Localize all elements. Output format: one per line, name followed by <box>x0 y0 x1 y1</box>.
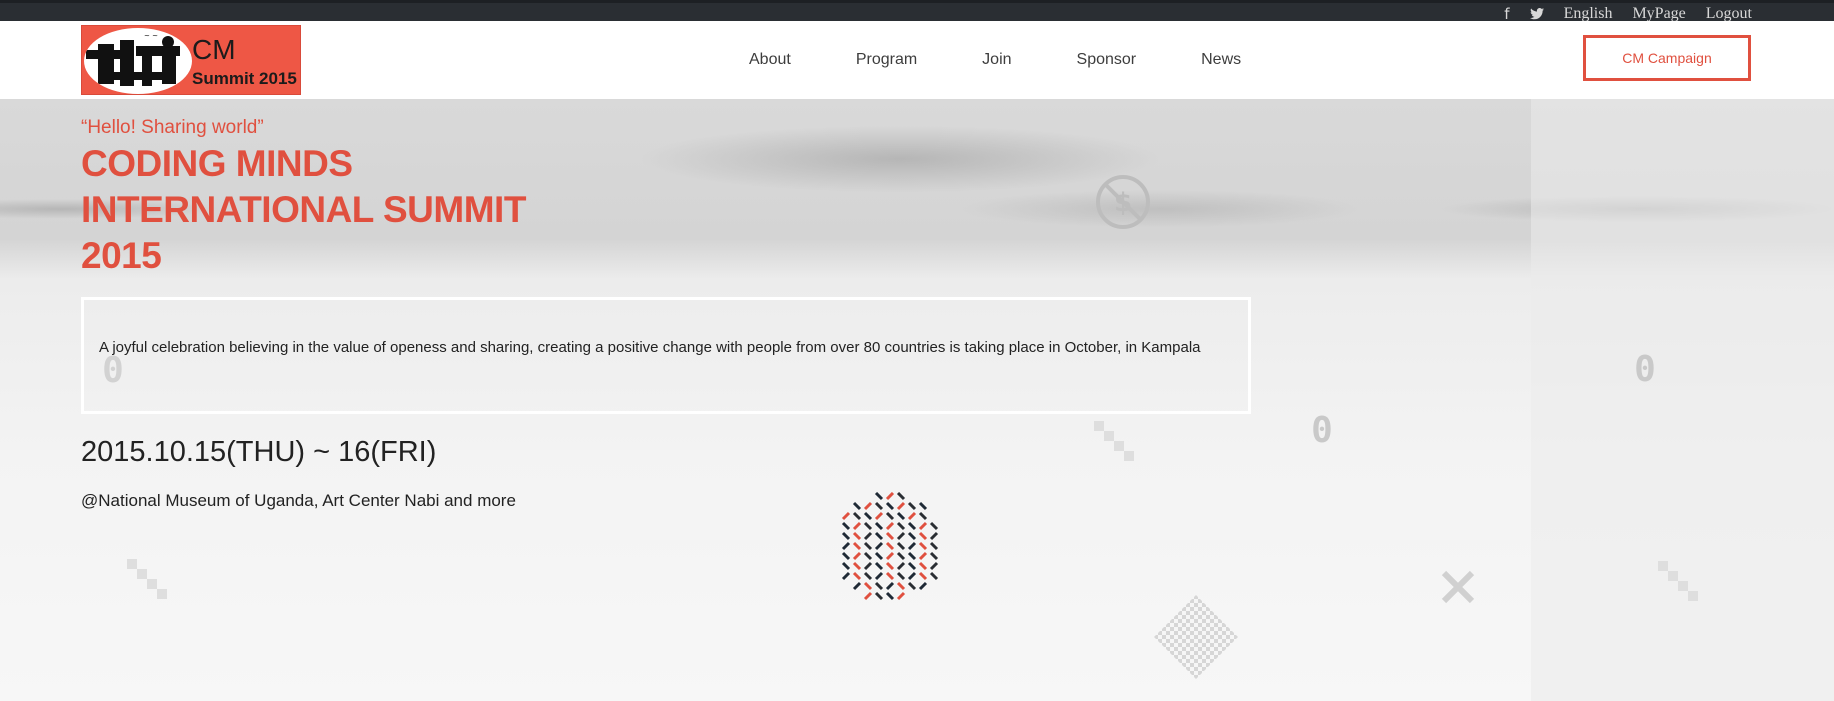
logo-subtitle: Summit 2015 <box>192 69 297 88</box>
hero-section: $ 0 0 0 “Hello! Sharing world” CODING MI… <box>0 99 1834 701</box>
site-header: ~ ~ CM Summit 2015 About Program Join Sp… <box>0 21 1834 99</box>
svg-text:0: 0 <box>1311 410 1333 449</box>
nav-join[interactable]: Join <box>982 51 1011 69</box>
site-logo[interactable]: ~ ~ CM Summit 2015 <box>81 25 301 95</box>
description-box: A joyful celebration believing in the va… <box>81 297 1251 414</box>
facebook-icon[interactable]: f <box>1504 5 1509 23</box>
pixel-stairs-decoration <box>1094 421 1134 461</box>
main-nav: About Program Join Sponsor News <box>749 21 1306 99</box>
checker-diamond-decoration <box>1154 595 1238 679</box>
logo-emblem: ~ ~ <box>84 28 192 94</box>
language-link[interactable]: English <box>1564 5 1613 23</box>
hero-title-line: CODING MINDS <box>81 143 353 184</box>
no-money-icon: $ <box>1096 175 1150 229</box>
pixel-stairs-decoration <box>1658 561 1698 601</box>
hero-tagline: “Hello! Sharing world” <box>81 117 264 138</box>
event-description: A joyful celebration believing in the va… <box>99 339 1201 356</box>
zero-glyph-decoration: 0 <box>1634 349 1656 388</box>
mypage-link[interactable]: MyPage <box>1632 5 1685 23</box>
nav-program[interactable]: Program <box>856 51 917 69</box>
hero-title-line: 2015 <box>81 235 162 276</box>
cross-decoration <box>1441 570 1475 604</box>
pixel-stairs-decoration <box>127 559 167 599</box>
nav-news[interactable]: News <box>1201 51 1241 69</box>
hero-title: CODING MINDS INTERNATIONAL SUMMIT 2015 <box>81 141 641 279</box>
nav-sponsor[interactable]: Sponsor <box>1077 51 1137 69</box>
event-venue: @National Museum of Uganda, Art Center N… <box>81 491 516 510</box>
hero-title-line: INTERNATIONAL SUMMIT <box>81 189 526 230</box>
dashed-circle-decoration <box>841 492 939 601</box>
twitter-icon[interactable] <box>1529 5 1544 23</box>
hero-side-panel <box>1531 99 1834 701</box>
cm-campaign-button[interactable]: CM Campaign <box>1583 35 1751 81</box>
svg-text:~ ~: ~ ~ <box>144 32 158 40</box>
svg-text:$: $ <box>1114 188 1132 218</box>
top-utility-bar: f English MyPage Logout <box>0 0 1834 23</box>
zero-glyph-decoration: 0 <box>1311 410 1333 449</box>
nav-about[interactable]: About <box>749 51 791 69</box>
event-date: 2015.10.15(THU) ~ 16(FRI) <box>81 436 437 468</box>
svg-text:0: 0 <box>1634 349 1656 388</box>
logout-link[interactable]: Logout <box>1706 5 1752 23</box>
logo-title: CM <box>192 34 236 65</box>
